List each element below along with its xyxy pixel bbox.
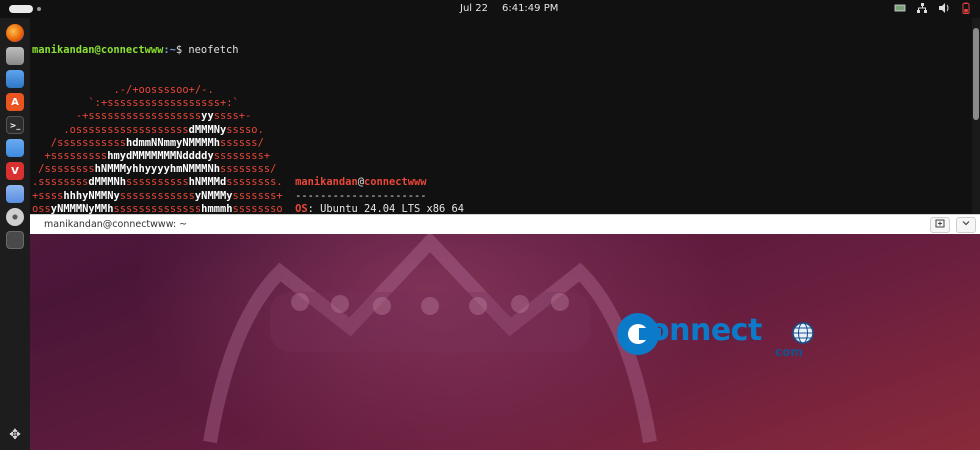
info-key: OS xyxy=(295,202,308,214)
vivaldi-icon[interactable]: V xyxy=(6,162,24,180)
top-bar: Jul 22 6:41:49 PM xyxy=(0,0,980,18)
watermark-text: onnect xyxy=(649,313,762,348)
window-menu-button[interactable] xyxy=(956,217,976,233)
terminal-output: manikandan@connectwww:~$ neofetch .-/+oo… xyxy=(32,18,583,214)
clock-date: Jul 22 xyxy=(460,3,488,14)
prompt-line: manikandan@connectwww:~$ neofetch xyxy=(32,44,583,57)
app-center-icon[interactable]: A xyxy=(6,93,24,111)
neofetch-logo-segment: ossyNMMMNyMMhsssssssssssssshmmmhssssssso xyxy=(32,202,283,214)
info-user: manikandan xyxy=(295,176,358,189)
neofetch-logo-segment: /sssssssshNMMMyhhyyyyhmNMMMNhssssssss/ xyxy=(38,163,277,176)
neofetch-logo-segment: -+ssssssssssssssssssyyssss+- xyxy=(75,110,252,123)
info-separator: --------------------- xyxy=(295,189,427,202)
neofetch-logo-segment: .-/+oossssoo+/-. xyxy=(113,84,214,97)
prompt-command: neofetch xyxy=(188,44,239,57)
volume-icon[interactable] xyxy=(938,2,950,14)
neofetch-line: .ossssssssssssssssssdMMMNysssso. xyxy=(32,124,583,137)
prompt-path: :~ xyxy=(163,44,176,57)
network-icon[interactable] xyxy=(916,2,928,14)
globe-icon xyxy=(792,322,814,344)
firefox-icon[interactable] xyxy=(6,24,24,42)
neofetch-line: ossyNMMMNyMMhsssssssssssssshmmmhssssssso… xyxy=(32,203,583,214)
disc-icon[interactable] xyxy=(6,208,24,226)
neofetch-line: /sssssssshNMMMyhhyyyyhmNMMMNhssssssss/ xyxy=(32,163,583,176)
neofetch-logo-segment: /ssssssssssshdmmNNmmyNMMMMhssssss/ xyxy=(50,136,264,149)
neofetch-line: +sssshhhyNMMNyssssssssssssyNMMMysssssss+… xyxy=(32,190,583,203)
screen-icon[interactable] xyxy=(894,2,906,14)
image-viewer-icon[interactable] xyxy=(6,70,24,88)
screenshot-icon[interactable] xyxy=(6,185,24,203)
system-tray[interactable] xyxy=(894,2,972,14)
scrollbar-thumb[interactable] xyxy=(973,28,979,120)
info-value: Ubuntu 24.04 LTS x86_64 xyxy=(320,202,465,214)
info-host: connectwww xyxy=(363,176,427,189)
window-title: manikandan@connectwww: ~ xyxy=(44,219,188,230)
dock: A >_ V ✥ xyxy=(0,18,30,450)
prompt-user: manikandan@connectwww xyxy=(32,44,164,57)
chevron-down-icon xyxy=(962,221,970,226)
neofetch-line: .-/+oossssoo+/-. xyxy=(32,84,583,97)
show-apps-icon[interactable]: ✥ xyxy=(6,426,24,444)
terminal-titlebar[interactable]: manikandan@connectwww: ~ xyxy=(30,214,980,234)
battery-icon[interactable] xyxy=(960,2,972,14)
trash-icon[interactable] xyxy=(6,231,24,249)
activities-indicator[interactable] xyxy=(9,5,41,13)
neofetch-line: -+ssssssssssssssssssyyssss+- xyxy=(32,110,583,123)
neofetch-logo-segment: .ossssssssssssssssssdMMMNysssso. xyxy=(63,123,264,136)
neofetch-line: +ssssssssshmydMMMMMMMNddddyssssssss+ xyxy=(32,150,583,163)
clock-time: 6:41:49 PM xyxy=(501,3,559,14)
watermark-suffix: com xyxy=(775,345,803,359)
terminal-icon[interactable]: >_ xyxy=(6,116,24,134)
neofetch-line: `:+ssssssssssssssssss+:` xyxy=(32,97,583,110)
new-tab-icon xyxy=(935,219,945,228)
text-editor-icon[interactable] xyxy=(6,139,24,157)
prompt-symbol: $ xyxy=(175,44,183,57)
neofetch-line: /ssssssssssshdmmNNmmyNMMMMhssssss/ xyxy=(32,137,583,150)
terminal-view[interactable]: manikandan@connectwww:~$ neofetch .-/+oo… xyxy=(30,18,980,214)
info-colon: : xyxy=(307,202,321,214)
neofetch-logo-segment: +sssshhhyNMMNyssssssssssssyNMMMysssssss+ xyxy=(32,189,283,202)
clock[interactable]: Jul 22 6:41:49 PM xyxy=(460,3,572,14)
new-tab-button[interactable] xyxy=(930,217,950,233)
neofetch-line: .ssssssssdMMMNhsssssssssshNMMMdssssssss.… xyxy=(32,176,583,189)
neofetch-logo-segment: .ssssssssdMMMNhsssssssssshNMMMdssssssss. xyxy=(32,176,283,189)
files-icon[interactable] xyxy=(6,47,24,65)
neofetch-logo-segment: `:+ssssssssssssssssss+:` xyxy=(88,97,239,110)
terminal-scrollbar[interactable] xyxy=(972,18,980,214)
neofetch-logo-segment: +ssssssssshmydMMMMMMMNddddyssssssss+ xyxy=(44,150,271,163)
watermark: onnect com xyxy=(615,311,825,361)
